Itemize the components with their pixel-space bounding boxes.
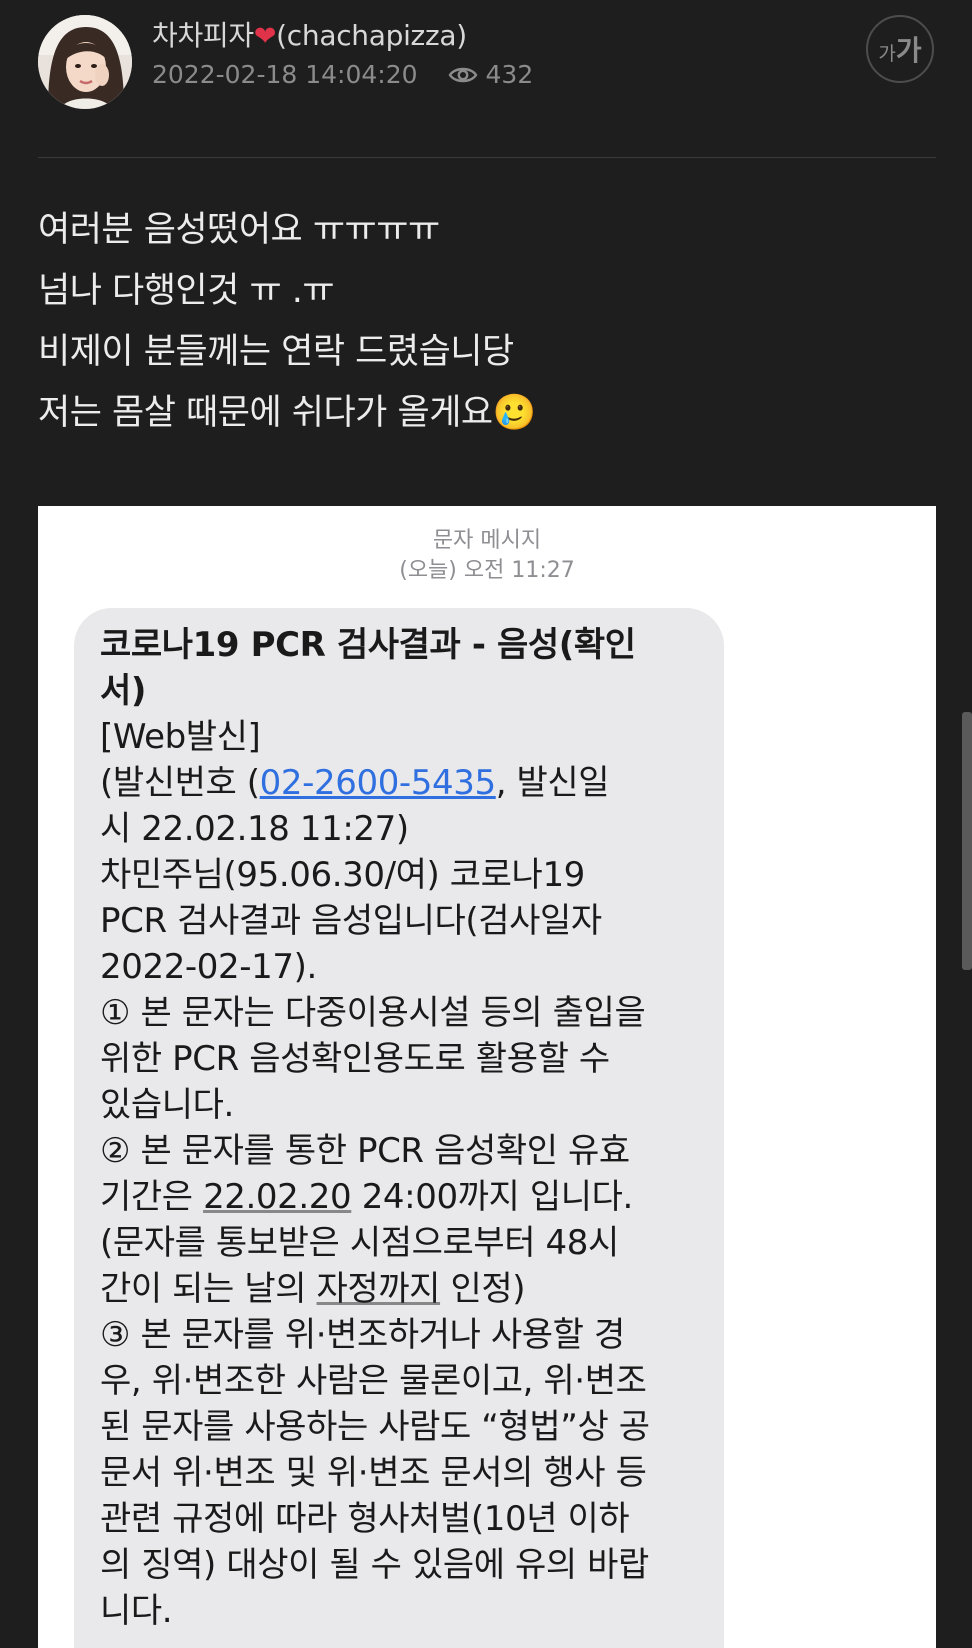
crying-smile-emoji: 🥲 bbox=[492, 393, 537, 433]
post-body: 여러분 음성떴어요 ㅠㅠㅠㅠ 넘나 다행인것 ㅠ .ㅠ 비제이 분들께는 연락 … bbox=[38, 200, 536, 444]
sms-line-sender: (발신번호 (02-2600-5435, 발신일 bbox=[100, 760, 698, 806]
sms-message-bubble: 코로나19 PCR 검사결과 - 음성(확인 서) [Web발신] (발신번호 … bbox=[74, 608, 724, 1648]
sms-line: 위한 PCR 음성확인용도로 활용할 수 bbox=[100, 1039, 610, 1079]
sms-line: ② 본 문자를 통한 PCR 음성확인 유효 bbox=[100, 1131, 630, 1171]
author-name[interactable]: 차차피자❤(chachapizza) bbox=[152, 14, 467, 54]
sms-line: 문서 위·변조 및 위·변조 문서의 행사 등 bbox=[100, 1453, 647, 1493]
divider bbox=[38, 157, 936, 158]
sms-title-line: 코로나19 PCR 검사결과 - 음성(확인 bbox=[100, 625, 636, 665]
font-size-button[interactable]: 가가 bbox=[866, 15, 934, 83]
sms-text: 간이 되는 날의 bbox=[100, 1269, 317, 1309]
sms-line: 시 22.02.18 11:27) bbox=[100, 809, 409, 849]
avatar[interactable] bbox=[38, 15, 132, 109]
eye-icon bbox=[448, 64, 478, 86]
post-meta: 2022-02-18 14:04:20 432 bbox=[152, 60, 533, 89]
post-line: 여러분 음성떴어요 ㅠㅠㅠㅠ bbox=[38, 210, 440, 250]
attached-screenshot[interactable]: 문자 메시지 (오늘) 오전 11:27 코로나19 PCR 검사결과 - 음성… bbox=[38, 506, 936, 1648]
author-handle: (chachapizza) bbox=[276, 19, 467, 52]
view-count: 432 bbox=[485, 60, 534, 89]
post-line: 넘나 다행인것 ㅠ .ㅠ bbox=[38, 271, 335, 311]
post-line: 비제이 분들께는 연락 드렸습니당 bbox=[38, 332, 514, 372]
sms-line: PCR 검사결과 음성입니다(검사일자 bbox=[100, 901, 602, 941]
validity-date-link[interactable]: 22.02.20 bbox=[203, 1177, 352, 1217]
sms-line: 의 징역) 대상이 될 수 있음에 유의 바랍 bbox=[100, 1545, 649, 1585]
post-date: 2022-02-18 14:04:20 bbox=[152, 60, 418, 89]
sms-text: (발신번호 ( bbox=[100, 763, 260, 803]
sms-line: 2022-02-17). bbox=[100, 947, 317, 987]
sms-line: 차민주님(95.06.30/여) 코로나19 bbox=[100, 855, 585, 895]
font-size-icon-big: 가 bbox=[895, 34, 922, 67]
font-size-icon-small: 가 bbox=[878, 42, 896, 65]
sms-text: 인정) bbox=[440, 1269, 526, 1309]
sms-header-title: 문자 메시지 bbox=[432, 528, 542, 553]
avatar-image bbox=[38, 15, 132, 109]
sms-header-time: (오늘) 오전 11:27 bbox=[399, 558, 575, 583]
post-view: 차차피자❤(chachapizza) 2022-02-18 14:04:20 4… bbox=[0, 0, 972, 1648]
phone-link[interactable]: 02-2600-5435 bbox=[260, 763, 496, 803]
sms-line: [Web발신] bbox=[100, 717, 261, 757]
author-display-name: 차차피자 bbox=[152, 19, 254, 52]
sms-line: (문자를 통보받은 시점으로부터 48시 bbox=[100, 1223, 619, 1263]
sms-line: ③ 본 문자를 위·변조하거나 사용할 경 bbox=[100, 1315, 625, 1355]
sms-line: 있습니다. bbox=[100, 1085, 234, 1125]
sms-line: 관련 규정에 따라 형사처벌(10년 이하 bbox=[100, 1499, 630, 1539]
sms-line: 우, 위·변조한 사람은 물론이고, 위·변조 bbox=[100, 1361, 647, 1401]
sms-text: , 발신일 bbox=[495, 763, 610, 803]
sms-line-midnight: 간이 되는 날의 자정까지 인정) bbox=[100, 1266, 698, 1312]
sms-line: 니다. bbox=[100, 1591, 173, 1631]
heart-icon: ❤ bbox=[253, 21, 277, 52]
sms-line: 된 문자를 사용하는 사람도 “형법”상 공 bbox=[100, 1407, 650, 1447]
sms-title-line: 서) bbox=[100, 671, 147, 711]
scrollbar[interactable] bbox=[962, 712, 972, 970]
sms-text: 24:00까지 입니다. bbox=[351, 1177, 634, 1217]
sms-text: 기간은 bbox=[100, 1177, 204, 1217]
midnight-link[interactable]: 자정까지 bbox=[317, 1269, 441, 1309]
post-line: 저는 몸살 때문에 쉬다가 올게요 bbox=[38, 393, 493, 433]
sms-line-validity: 기간은 22.02.20 24:00까지 입니다. bbox=[100, 1174, 698, 1220]
sms-line: ① 본 문자는 다중이용시설 등의 출입을 bbox=[100, 993, 646, 1033]
post-line-with-emoji: 저는 몸살 때문에 쉬다가 올게요🥲 bbox=[38, 383, 536, 444]
sms-header: 문자 메시지 (오늘) 오전 11:27 bbox=[38, 526, 936, 586]
